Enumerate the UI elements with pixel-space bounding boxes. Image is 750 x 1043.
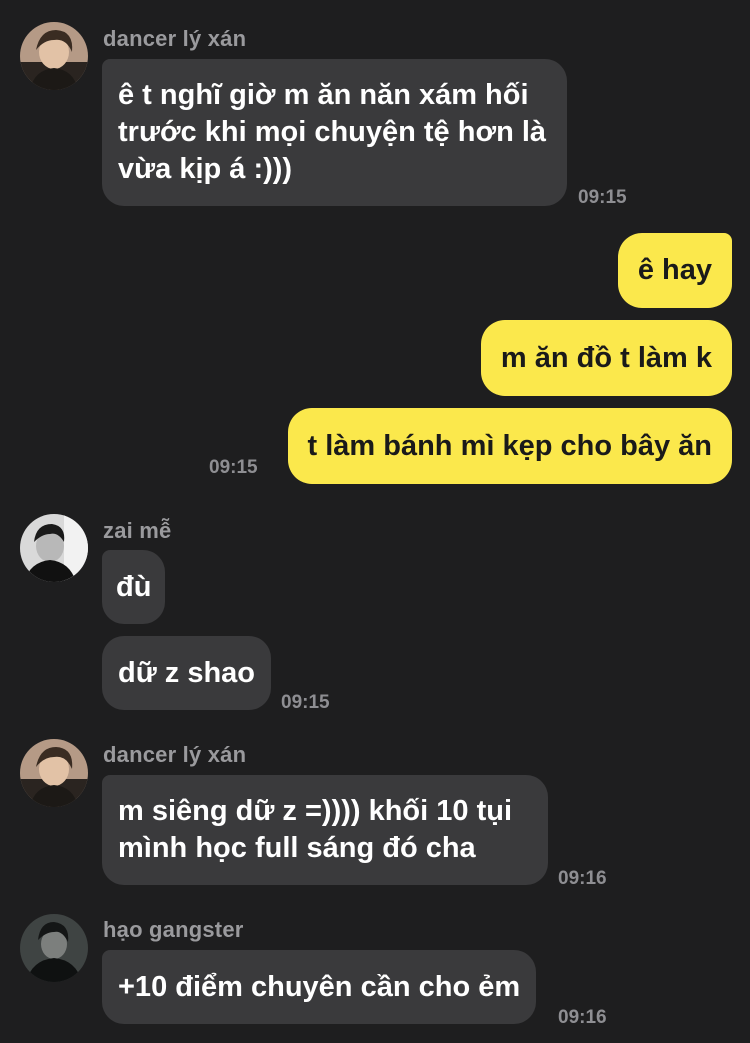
sender-name: dancer lý xán xyxy=(103,742,247,767)
message-text: dữ z shao xyxy=(118,657,256,689)
outgoing-message-bubble[interactable]: t làm bánh mì kẹp cho bây ăn xyxy=(287,408,732,484)
avatar-dancer-ly-xan[interactable] xyxy=(20,22,88,90)
message-bubble[interactable]: +10 điểm chuyên cần cho ẻm xyxy=(102,950,537,1024)
sender-name: zai mễ xyxy=(103,518,172,543)
message-text-line: mình học full sáng đó cha xyxy=(118,832,476,864)
avatar-dancer-ly-xan[interactable] xyxy=(20,739,88,807)
message-timestamp: 09:16 xyxy=(558,868,607,889)
message-timestamp: 09:16 xyxy=(558,1007,607,1028)
outgoing-message-bubble[interactable]: m ăn đồ t làm k xyxy=(480,320,732,396)
message-timestamp: 09:15 xyxy=(578,187,627,208)
message-text: +10 điểm chuyên cần cho ẻm xyxy=(118,971,521,1003)
sender-name: dancer lý xán xyxy=(103,26,247,51)
message-text: t làm bánh mì kẹp cho bây ăn xyxy=(307,430,713,462)
message-bubble[interactable]: ê t nghĩ giờ m ăn năn xám hối trước khi … xyxy=(102,59,567,206)
avatar-hao-gangster[interactable] xyxy=(20,914,88,982)
message-timestamp: 09:15 xyxy=(209,457,258,478)
message-bubble[interactable]: đù xyxy=(102,550,166,624)
outgoing-message-bubble[interactable]: ê hay xyxy=(617,233,732,308)
message-text-line: ê t nghĩ giờ m ăn năn xám hối xyxy=(118,79,529,111)
sender-name: hạo gangster xyxy=(103,917,244,942)
message-text-line: vừa kịp á :))) xyxy=(118,153,293,185)
message-text-line: m siêng dữ z =)))) khối 10 tụi xyxy=(118,795,513,827)
message-bubble[interactable]: dữ z shao xyxy=(102,636,272,710)
message-text-line: trước khi mọi chuyện tệ hơn là xyxy=(118,116,547,148)
message-timestamp: 09:15 xyxy=(281,692,330,713)
chat-screen: dancer lý xán ê t nghĩ giờ m ăn năn xám … xyxy=(0,0,750,1043)
message-text: đù xyxy=(116,571,152,603)
message-bubble[interactable]: m siêng dữ z =)))) khối 10 tụi mình học … xyxy=(102,775,548,885)
message-text: m ăn đồ t làm k xyxy=(500,342,712,374)
avatar-zai-me[interactable] xyxy=(20,514,88,582)
message-text: ê hay xyxy=(637,254,712,286)
